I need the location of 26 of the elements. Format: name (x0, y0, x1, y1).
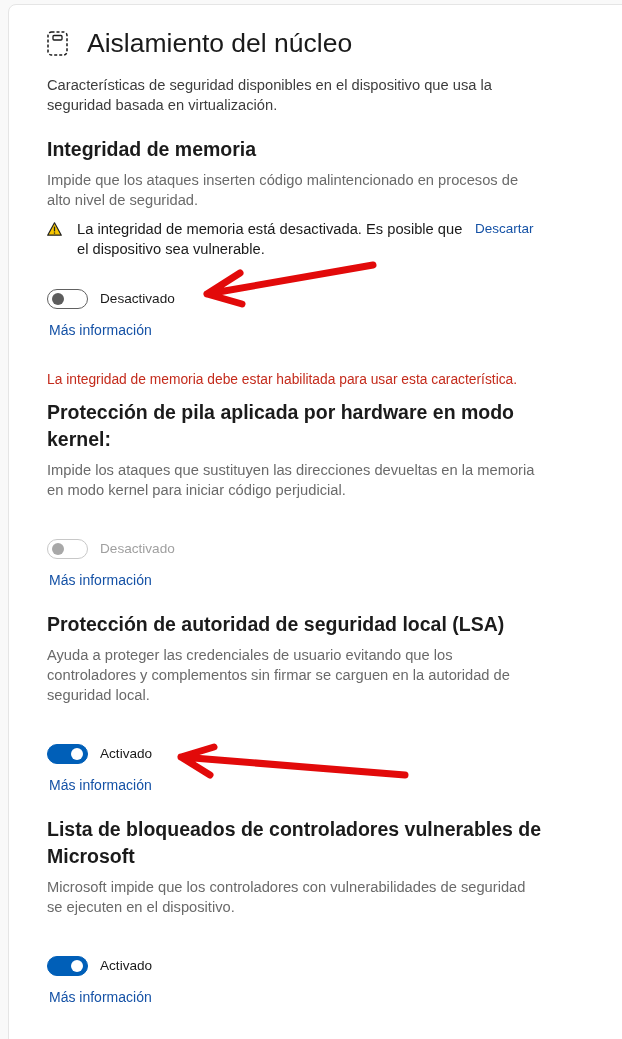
toggle-label: Activado (100, 745, 153, 763)
toggle-switch[interactable] (47, 956, 88, 976)
more-info-link[interactable]: Más información (49, 987, 152, 1007)
feature-description: Microsoft impide que los controladores con vulnerabilidades de seguridad se ejecuten en el dispositivo. (47, 878, 527, 917)
toggle-label: Activado (100, 957, 153, 975)
page-title: Aislamiento del núcleo (87, 27, 353, 60)
feature-description: Ayuda a proteger las credenciales de usuario evitando que los controladores y complementos sin firmar se carguen en la autoridad de seguridad local. (47, 646, 511, 705)
feature-heading: Protección de autoridad de seguridad local (LSA) (47, 612, 505, 637)
more-info-link[interactable]: Más información (49, 775, 152, 795)
toggle-label: Desactivado (100, 290, 175, 308)
feature-heading: Lista de bloqueados de controladores vulnerables de Microsoft (47, 817, 543, 869)
feature-description: Impide que los ataques inserten código malintencionado en procesos de alto nivel de seguridad. (47, 171, 520, 210)
more-info-link[interactable]: Más información (49, 570, 152, 590)
feature-heading: Integridad de memoria (47, 137, 257, 162)
more-info-link[interactable]: Más información (49, 320, 152, 340)
dashed-device-icon (47, 30, 68, 56)
feature-description: Impide los ataques que sustituyen las direcciones devueltas en la memoria en modo kernel para iniciar código perjudicial. (47, 461, 536, 500)
warning-icon (47, 222, 62, 236)
warning-message: La integridad de memoria está desactivada. Es posible que el dispositivo sea vulnerable. (77, 220, 464, 259)
feature-heading: Protección de pila aplicada por hardware en modo kernel: (47, 400, 516, 452)
requirement-notice: La integridad de memoria debe estar habilitada para usar esta característica. (47, 371, 518, 389)
toggle-switch[interactable] (47, 289, 88, 309)
toggle-switch[interactable] (47, 744, 88, 764)
dismiss-link[interactable]: Descartar (475, 219, 534, 239)
page-description: Características de seguridad disponibles en el dispositivo que usa la seguridad basada en virtualización. (47, 76, 493, 115)
toggle-label: Desactivado (100, 540, 175, 558)
